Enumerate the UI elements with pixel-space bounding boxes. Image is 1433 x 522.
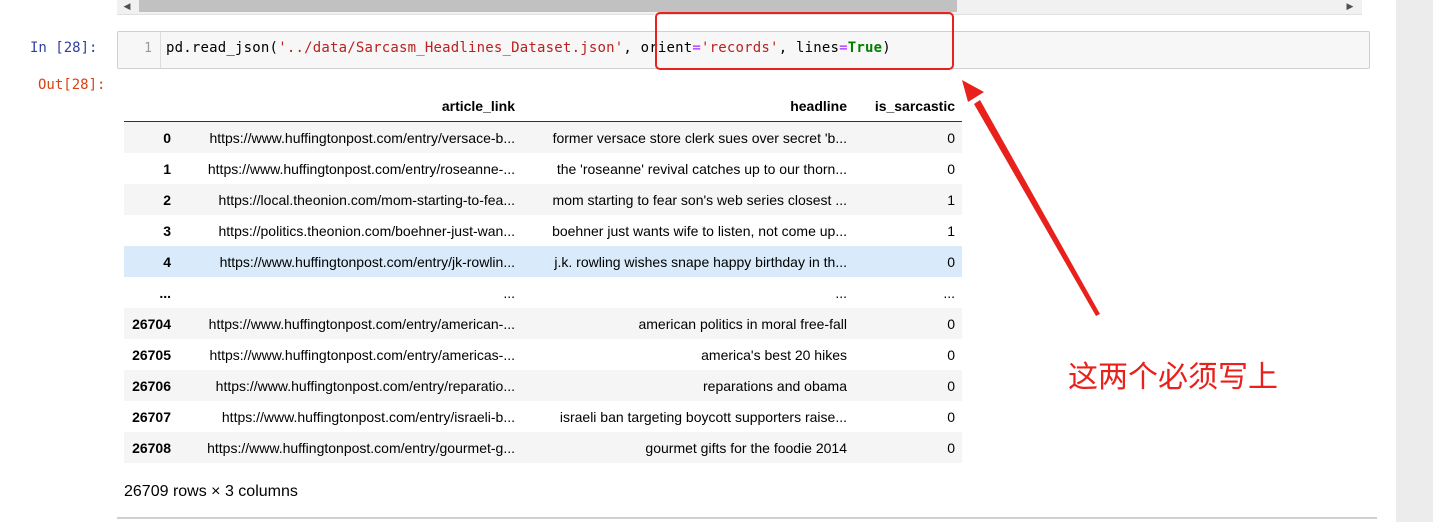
annotation-text: 这两个必须写上	[1068, 360, 1278, 395]
arrow-shaft	[974, 100, 1100, 316]
arrow-head	[962, 80, 984, 102]
annotation-arrow-icon	[962, 80, 1100, 316]
